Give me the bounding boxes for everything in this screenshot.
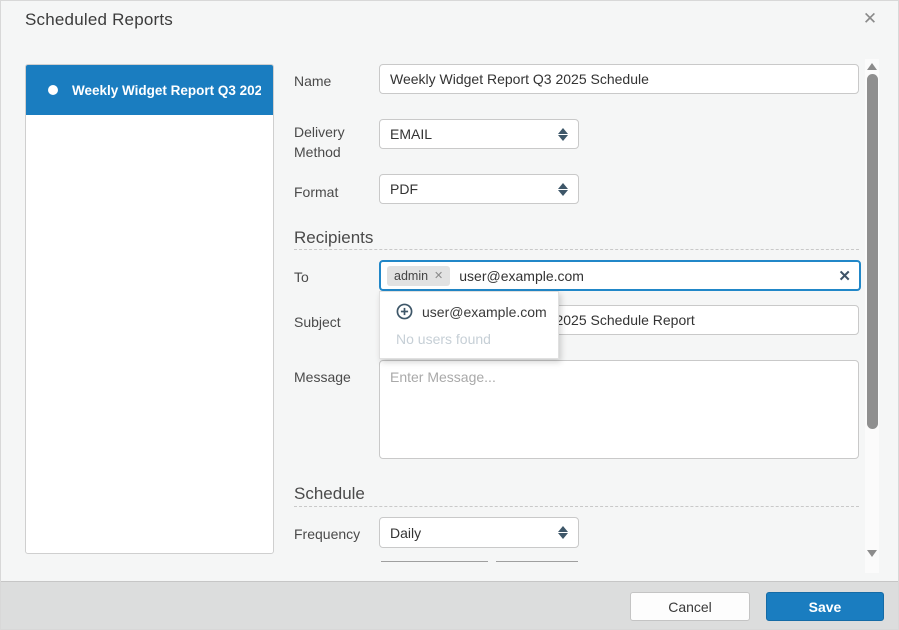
format-label: Format xyxy=(294,182,376,202)
message-textarea[interactable] xyxy=(379,360,859,459)
close-icon[interactable]: ✕ xyxy=(860,9,880,29)
clipped-input-top xyxy=(496,561,578,562)
name-label: Name xyxy=(294,71,376,91)
save-button[interactable]: Save xyxy=(766,592,884,621)
delivery-method-label: Delivery Method xyxy=(294,122,376,162)
frequency-label: Frequency xyxy=(294,524,376,544)
sidebar-item-label: Weekly Widget Report Q3 202… xyxy=(72,83,261,98)
frequency-value: Daily xyxy=(390,525,558,541)
scrollbar-thumb[interactable] xyxy=(867,74,878,429)
recipient-chip: admin ✕ xyxy=(387,266,450,286)
delivery-method-select[interactable]: EMAIL xyxy=(379,119,579,149)
recipients-heading: Recipients xyxy=(294,228,373,248)
recipient-chip-label: admin xyxy=(394,269,428,283)
no-users-found-text: No users found xyxy=(380,320,558,347)
frequency-select[interactable]: Daily xyxy=(379,517,579,548)
select-arrows-icon xyxy=(558,128,568,141)
schedule-heading: Schedule xyxy=(294,484,365,504)
report-list-panel: Weekly Widget Report Q3 202… xyxy=(25,64,274,554)
format-select[interactable]: PDF xyxy=(379,174,579,204)
dialog-footer: Cancel Save xyxy=(1,581,898,629)
plus-circle-icon xyxy=(396,303,413,320)
recipient-suggestions-dropdown: user@example.com No users found xyxy=(379,291,559,359)
chip-remove-icon[interactable]: ✕ xyxy=(434,269,443,282)
format-value: PDF xyxy=(390,181,558,197)
name-input[interactable] xyxy=(379,64,859,94)
sidebar-item-weekly-widget-report[interactable]: Weekly Widget Report Q3 202… xyxy=(26,65,273,115)
cancel-button[interactable]: Cancel xyxy=(630,592,750,621)
to-input[interactable] xyxy=(459,268,832,284)
select-arrows-icon xyxy=(558,526,568,539)
page-title: Scheduled Reports xyxy=(25,10,173,30)
bullet-icon xyxy=(48,85,58,95)
suggestion-add-user[interactable]: user@example.com xyxy=(380,292,558,320)
scroll-down-icon[interactable] xyxy=(867,550,877,557)
clear-icon[interactable]: ✕ xyxy=(832,267,851,285)
delivery-method-value: EMAIL xyxy=(390,126,558,142)
clipped-input-top xyxy=(381,561,488,562)
suggestion-add-label: user@example.com xyxy=(422,304,547,320)
to-label: To xyxy=(294,267,376,287)
form-scrollbar[interactable] xyxy=(865,59,879,573)
to-recipients-field[interactable]: admin ✕ ✕ xyxy=(379,260,861,291)
scheduled-reports-dialog: Scheduled Reports ✕ Weekly Widget Report… xyxy=(0,0,899,630)
message-label: Message xyxy=(294,367,376,387)
select-arrows-icon xyxy=(558,183,568,196)
subject-label: Subject xyxy=(294,312,376,332)
recipients-divider xyxy=(294,249,859,250)
scroll-up-icon[interactable] xyxy=(867,63,877,70)
schedule-divider xyxy=(294,506,859,507)
